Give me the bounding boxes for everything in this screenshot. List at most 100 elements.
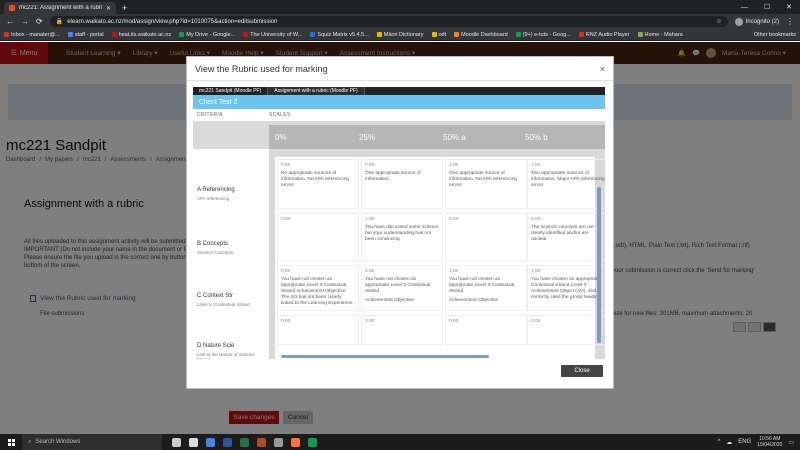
- search-placeholder: Search Windows: [35, 439, 81, 445]
- bookmark-label: The University of W...: [250, 31, 303, 38]
- taskbar-app-icon[interactable]: [172, 437, 181, 447]
- bookmark-label: Squiz Matrix v5.4.5...: [317, 31, 369, 38]
- minimize-button[interactable]: —: [741, 2, 748, 14]
- language-indicator[interactable]: ENG: [738, 439, 751, 445]
- bookmark-item[interactable]: The University of W...: [243, 32, 302, 38]
- tab-close-icon[interactable]: ✕: [106, 5, 111, 12]
- level-description: One appropriate source of information: [365, 171, 421, 182]
- window-controls: — ☐ ✕: [741, 2, 800, 14]
- vertical-scrollbar[interactable]: [597, 187, 601, 343]
- tray-chevron-icon[interactable]: ^: [717, 439, 720, 445]
- rubric-column-headers: CRITERIA SCALES: [193, 109, 605, 121]
- reload-icon[interactable]: ⟳: [36, 17, 43, 26]
- taskbar-app-icon[interactable]: [291, 437, 300, 447]
- address-bar[interactable]: 🔒 elearn.waikato.ac.nz/mod/assign/view.p…: [49, 16, 728, 27]
- taskbar-app-icon[interactable]: [223, 437, 232, 447]
- notifications-icon[interactable]: ▭: [788, 439, 794, 446]
- level-description: No appropriate sources of information. N…: [281, 171, 349, 188]
- bookmark-item[interactable]: Squiz Matrix v5.4.5...: [310, 31, 369, 38]
- taskbar-app-icon[interactable]: [274, 437, 283, 447]
- taskbar-search[interactable]: ⌕ Search Windows: [22, 434, 162, 450]
- rubric-level-cell[interactable]: 0.00: [277, 213, 359, 261]
- rubric-level-cell[interactable]: 0.00 No appropriate sources of informatio…: [277, 159, 359, 209]
- clock[interactable]: 10:56 AM 15/04/2020: [757, 436, 782, 448]
- rubric-level-cell[interactable]: 0.00 You have not chosen an appropriate L…: [277, 265, 359, 311]
- level-note: Achievement Objective: [449, 298, 499, 303]
- bookmark-favicon-icon: [67, 32, 73, 37]
- close-window-button[interactable]: ✕: [786, 2, 792, 14]
- rubric-title: Client Test 2: [193, 95, 605, 109]
- bookmark-item[interactable]: staff - portal: [67, 31, 104, 38]
- level-description: The science concepts are not clearly ide…: [531, 225, 594, 242]
- rubric-level-cell[interactable]: 0.00: [361, 315, 443, 345]
- taskbar-app-icon[interactable]: [240, 437, 249, 447]
- moodle-favicon-icon: [9, 5, 15, 11]
- level-score: 1.50: [531, 269, 541, 274]
- incognito-profile[interactable]: Incognito (2): [734, 17, 779, 26]
- level-score: 0.00: [365, 319, 375, 324]
- bookmark-item[interactable]: RNZ Audio Player: [578, 32, 630, 38]
- level-score: 0.50: [365, 163, 375, 168]
- rubric-level-cell[interactable]: 1.50 You have chosen an appropriate Conte…: [527, 265, 605, 311]
- rubric-level-cell[interactable]: 0.50 One appropriate source of informatio…: [361, 159, 443, 209]
- bookmark-item[interactable]: Home - Mahara: [637, 32, 683, 38]
- lock-icon: 🔒: [55, 19, 64, 25]
- star-icon[interactable]: ☆: [716, 18, 721, 25]
- rubric-level-cell[interactable]: 1.00 You have not chosen an appropriate L…: [445, 265, 527, 311]
- close-icon[interactable]: ×: [600, 64, 605, 74]
- other-bookmarks[interactable]: Other bookmarks: [754, 32, 796, 38]
- bookmark-item[interactable]: My Drive - Google...: [179, 32, 235, 38]
- maximize-button[interactable]: ☐: [764, 2, 770, 14]
- bookmark-item[interactable]: (9+) e-tuts - Goog...: [515, 32, 571, 38]
- rubric-level-cell[interactable]: 1.00 One appropriate source of informatio…: [445, 159, 527, 209]
- criteria-column: A Referencing APA referencing B Concepts Sc…: [193, 149, 269, 359]
- back-icon[interactable]: ←: [6, 17, 14, 26]
- bookmark-favicon-icon: [578, 32, 584, 37]
- start-button[interactable]: [0, 438, 22, 446]
- tab-title: mc221: Assignment with a rubric: [19, 5, 102, 11]
- bookmark-label: staff - portal: [74, 31, 104, 38]
- level-header-row: 0% 25% 50% a 50% b: [269, 125, 605, 149]
- bookmark-item[interactable]: Inbox - manater@...: [4, 32, 60, 38]
- bookmark-favicon-icon: [4, 32, 9, 37]
- bookmark-item[interactable]: Māori Dictionary: [376, 32, 424, 38]
- taskbar-app-icon[interactable]: [189, 437, 198, 447]
- rubric-level-cell[interactable]: 0.50 You have not chosen an appropriate L…: [361, 265, 443, 311]
- level-description: You have not chosen an appropriate Level…: [281, 277, 354, 306]
- bookmarks-bar: Inbox - manater@... staff - portal heat.it…: [0, 29, 800, 41]
- level-description: You have not chosen an appropriate Level…: [449, 277, 515, 294]
- rubric-level-cell[interactable]: 0.00: [445, 315, 527, 345]
- close-button[interactable]: Close: [561, 365, 603, 377]
- rubric-level-cell[interactable]: 1.00 Two appropriate sources of informati…: [527, 159, 605, 209]
- level-description: One appropriate source of information. N…: [449, 171, 517, 188]
- rubric-level-cell[interactable]: 2.00: [445, 213, 527, 261]
- level-description: You have discussed some science but your…: [365, 225, 439, 242]
- scales-header: SCALES: [269, 112, 291, 118]
- rubric-level-cell[interactable]: 1.00 You have discussed some science but …: [361, 213, 443, 261]
- rubric-level-cell[interactable]: 0.00: [527, 315, 605, 345]
- tab-assignment[interactable]: Assignment with a rubric (Moodle PF): [268, 87, 365, 95]
- modal-footer: Close: [187, 360, 615, 382]
- kebab-menu-icon[interactable]: ⋮: [786, 17, 794, 26]
- browser-tab[interactable]: mc221: Assignment with a rubric ✕: [4, 2, 116, 14]
- taskbar-app-icon[interactable]: [257, 437, 266, 447]
- forward-icon[interactable]: →: [21, 17, 29, 26]
- bookmark-item[interactable]: heat.its.waikato.ac.nz: [111, 32, 171, 38]
- horizontal-scrollbar[interactable]: [281, 355, 489, 358]
- level-score: 0.00: [449, 319, 459, 324]
- level-score: 2.00: [449, 217, 459, 222]
- bookmark-item[interactable]: Moodle Dashboard: [454, 32, 508, 38]
- taskbar-app-icon[interactable]: [308, 437, 317, 447]
- rubric-viewer: mc221 Sandpit (Moodle PF) Assignment wit…: [193, 87, 605, 359]
- criterion-name: D Nature Scie: [197, 343, 235, 349]
- rubric-level-cell[interactable]: 0.00: [277, 315, 359, 345]
- criterion-description: APA referencing: [197, 196, 230, 201]
- rubric-level-cell[interactable]: 2.00 The science concepts are not clearly…: [527, 213, 605, 261]
- onedrive-icon[interactable]: ☁: [726, 439, 732, 446]
- new-tab-button[interactable]: +: [122, 2, 127, 14]
- level-header: 50% a: [443, 133, 466, 142]
- taskbar-app-icon[interactable]: [206, 437, 215, 447]
- tab-course[interactable]: mc221 Sandpit (Moodle PF): [193, 87, 269, 95]
- incognito-icon: [734, 17, 743, 26]
- bookmark-item[interactable]: odt: [431, 32, 446, 38]
